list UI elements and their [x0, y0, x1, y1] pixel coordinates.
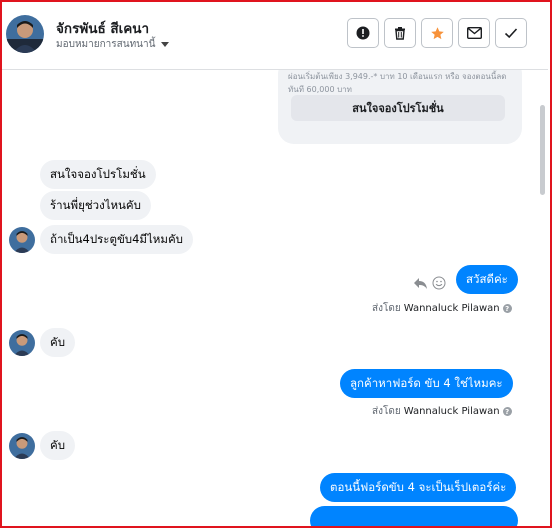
sent-by-prefix: ส่งโดย — [372, 406, 401, 417]
mark-unread-button[interactable] — [458, 18, 490, 48]
mark-done-button[interactable] — [495, 18, 527, 48]
caret-down-icon — [161, 42, 170, 47]
assign-label: มอบหมายการสนทนานี้ — [56, 39, 156, 50]
scrollbar-thumb[interactable] — [540, 105, 545, 195]
incoming-message: ร้านพี่ยุช่วงไหนคับ — [40, 191, 151, 220]
conversation-header: จักรพันธ์ สีเคนา มอบหมายการสนทนานี้ — [2, 2, 548, 70]
outgoing-message: ลูกค้าหาฟอร์ด ขับ 4 ใช่ไหมคะ — [340, 369, 513, 398]
sent-by-agent: Wannaluck Pilawan — [403, 303, 500, 314]
sent-by-label: ส่งโดย Wannaluck Pilawan ? — [372, 301, 512, 316]
mark-spam-button[interactable] — [347, 18, 379, 48]
contact-avatar-small[interactable] — [9, 330, 35, 356]
check-icon — [504, 28, 518, 39]
emoji-reaction-icon[interactable] — [432, 276, 446, 290]
assign-conversation-dropdown[interactable]: มอบหมายการสนทนานี้ — [56, 37, 170, 52]
outgoing-message: ตอนนี้ฟอร์ดขับ 4 จะเป็นเร็ปเตอร์ค่ะ — [320, 473, 517, 502]
outgoing-message-partial — [310, 506, 518, 526]
exclamation-icon — [356, 26, 370, 40]
message-hover-actions — [413, 276, 446, 290]
reply-icon[interactable] — [413, 277, 428, 290]
envelope-icon — [466, 27, 482, 39]
incoming-message: ถ้าเป็น4ประตูขับ4มีไหมคับ — [40, 225, 193, 254]
outgoing-message: สวัสดีค่ะ — [456, 265, 518, 294]
incoming-message: คับ — [40, 328, 75, 357]
info-icon[interactable]: ? — [502, 407, 512, 416]
promo-card: ผ่อนเริ่มต้นเพียง 3,949.-* บาท 10 เดือนแ… — [278, 70, 522, 144]
star-button[interactable] — [421, 18, 453, 48]
contact-name[interactable]: จักรพันธ์ สีเคนา — [56, 17, 149, 39]
sent-by-agent: Wannaluck Pilawan — [403, 406, 500, 417]
message-thread[interactable]: ผ่อนเริ่มต้นเพียง 3,949.-* บาท 10 เดือนแ… — [2, 70, 548, 526]
incoming-message: สนใจจองโปรโมชั่น — [40, 160, 156, 189]
sent-by-label: ส่งโดย Wannaluck Pilawan ? — [372, 404, 512, 419]
promo-reserve-button[interactable]: สนใจจองโปรโมชั่น — [291, 95, 505, 121]
contact-avatar[interactable] — [6, 15, 44, 53]
info-icon[interactable]: ? — [502, 304, 512, 313]
trash-icon — [395, 27, 405, 40]
contact-avatar-small[interactable] — [9, 433, 35, 459]
star-icon — [430, 26, 444, 39]
delete-button[interactable] — [384, 18, 416, 48]
contact-avatar-small[interactable] — [9, 227, 35, 253]
sent-by-prefix: ส่งโดย — [372, 303, 401, 314]
incoming-message: คับ — [40, 431, 75, 460]
promo-text: ผ่อนเริ่มต้นเพียง 3,949.-* บาท 10 เดือนแ… — [288, 72, 507, 94]
